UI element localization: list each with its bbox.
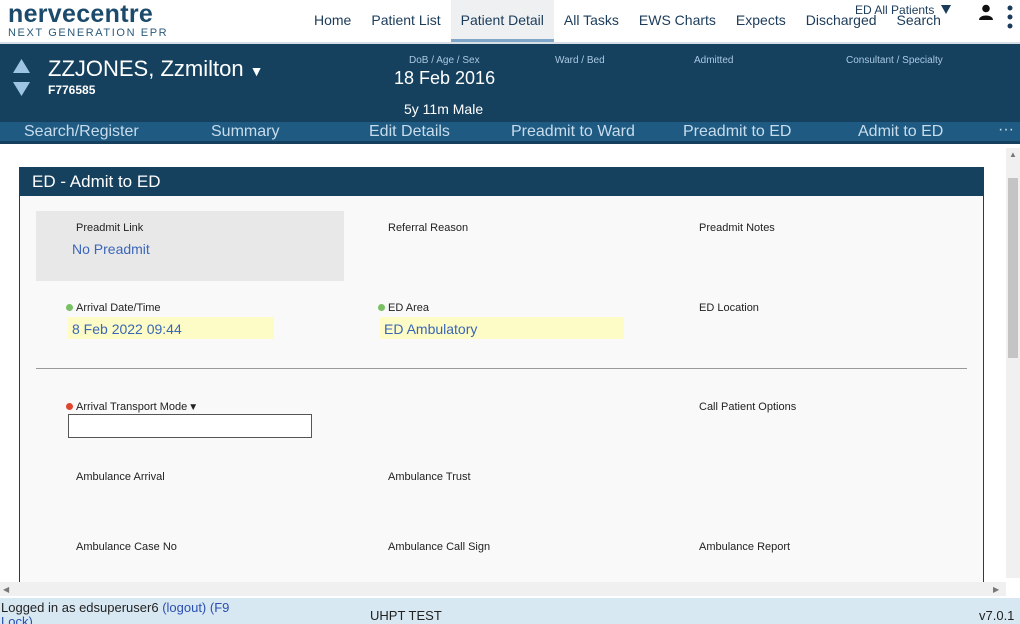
ambulance-call-sign-label: Ambulance Call Sign [388,541,491,553]
action-preadmit-to-ed[interactable]: Preadmit to ED [683,123,791,141]
caret-down-icon [940,5,951,14]
patient-name-text: ZZJONES, Zzmilton [48,56,244,81]
status-footer: Logged in as edsuperuser6 (logout) (F9 L… [0,598,1020,624]
age-sex-value: 5y 11m Male [404,101,484,117]
arrival-transport-mode-label[interactable]: Arrival Transport Mode▼ [66,401,198,413]
admitted-label: Admitted [694,55,734,66]
ward-selector[interactable]: ED All Patients [855,3,951,17]
ed-area-label: ED Area [378,302,429,314]
ward-bed-label: Ward / Bed [555,55,605,66]
top-bar: nervecentre NEXT GENERATION EPR Home Pat… [0,0,1020,44]
logged-in-text: Logged in as edsuperuser6 [1,600,159,615]
action-preadmit-to-ward[interactable]: Preadmit to Ward [511,123,635,141]
horizontal-scrollbar[interactable]: ◀ ▶ [0,582,1006,596]
caret-down-icon: ▼ [188,402,199,413]
ed-area-label-text: ED Area [388,302,429,314]
main-content: ED - Admit to ED Preadmit Link No Preadm… [0,148,1006,582]
nav-patient-list[interactable]: Patient List [361,0,450,42]
logout-link[interactable]: (logout) [162,600,206,615]
nav-all-tasks[interactable]: All Tasks [554,0,629,42]
dob-value: 18 Feb 2016 [394,68,496,88]
referral-reason-label: Referral Reason [388,222,469,234]
mandatory-indicator-icon [66,403,73,410]
nav-home[interactable]: Home [304,0,361,42]
main-nav: Home Patient List Patient Detail All Tas… [304,0,951,42]
previous-patient-icon[interactable] [13,59,30,73]
admit-to-ed-panel: ED - Admit to ED Preadmit Link No Preadm… [19,167,984,582]
call-patient-options-label: Call Patient Options [699,401,797,413]
nervecentre-logo[interactable]: nervecentre NEXT GENERATION EPR [8,0,169,40]
version-label: v7.0.1 [979,608,1015,623]
arrival-transport-mode-input[interactable] [68,414,312,438]
action-edit-details[interactable]: Edit Details [369,123,450,141]
ambulance-case-no-label: Ambulance Case No [76,541,177,553]
action-bar: Search/Register Summary Edit Details Pre… [0,121,1020,144]
section-divider [36,368,967,369]
next-patient-icon[interactable] [13,82,30,96]
action-search-register[interactable]: Search/Register [24,123,139,141]
valid-indicator-icon [378,304,385,311]
login-status: Logged in as edsuperuser6 (logout) (F9 L… [1,601,251,624]
arrival-datetime-value[interactable]: 8 Feb 2022 09:44 [72,321,182,337]
ambulance-arrival-label: Ambulance Arrival [76,471,165,483]
user-icon[interactable] [978,4,994,20]
action-more-icon[interactable]: ··· [998,121,1014,139]
patient-banner: ZZJONES, Zzmilton ▼ F776585 DoB / Age / S… [0,44,1020,122]
more-menu-icon[interactable] [1003,5,1017,33]
scroll-left-icon[interactable]: ◀ [3,585,9,594]
arrival-datetime-label-text: Arrival Date/Time [76,302,161,314]
ed-location-label: ED Location [699,302,759,314]
nav-patient-detail[interactable]: Patient Detail [450,0,554,42]
logo-subtitle: NEXT GENERATION EPR [8,27,169,39]
action-summary[interactable]: Summary [211,123,279,141]
dob-age-sex-label: DoB / Age / Sex [409,55,480,66]
consultant-specialty-label: Consultant / Specialty [846,55,943,66]
environment-label: UHPT TEST [370,608,442,623]
logo-name: nervecentre [8,0,154,28]
ambulance-trust-label: Ambulance Trust [388,471,471,483]
patient-menu-caret-icon: ▼ [249,63,264,79]
vertical-scrollbar[interactable]: ▲ [1006,148,1020,578]
scroll-up-icon[interactable]: ▲ [1009,150,1017,159]
preadmit-notes-label: Preadmit Notes [699,222,775,234]
ed-area-value[interactable]: ED Ambulatory [384,321,477,337]
valid-indicator-icon [66,304,73,311]
nav-expects[interactable]: Expects [726,0,796,42]
ambulance-report-label: Ambulance Report [699,541,791,553]
scroll-right-icon[interactable]: ▶ [993,585,999,594]
patient-id: F776585 [48,83,96,97]
patient-name[interactable]: ZZJONES, Zzmilton ▼ [48,56,263,82]
preadmit-link-value[interactable]: No Preadmit [72,241,150,257]
arrival-datetime-label: Arrival Date/Time [66,302,161,314]
panel-title: ED - Admit to ED [20,168,983,196]
arrival-transport-mode-label-text: Arrival Transport Mode [76,401,188,413]
nav-ews-charts[interactable]: EWS Charts [629,0,726,42]
preadmit-link-label: Preadmit Link [76,222,144,234]
ward-selector-label: ED All Patients [855,3,935,17]
vertical-scroll-thumb[interactable] [1008,178,1018,358]
action-admit-to-ed[interactable]: Admit to ED [858,123,943,141]
